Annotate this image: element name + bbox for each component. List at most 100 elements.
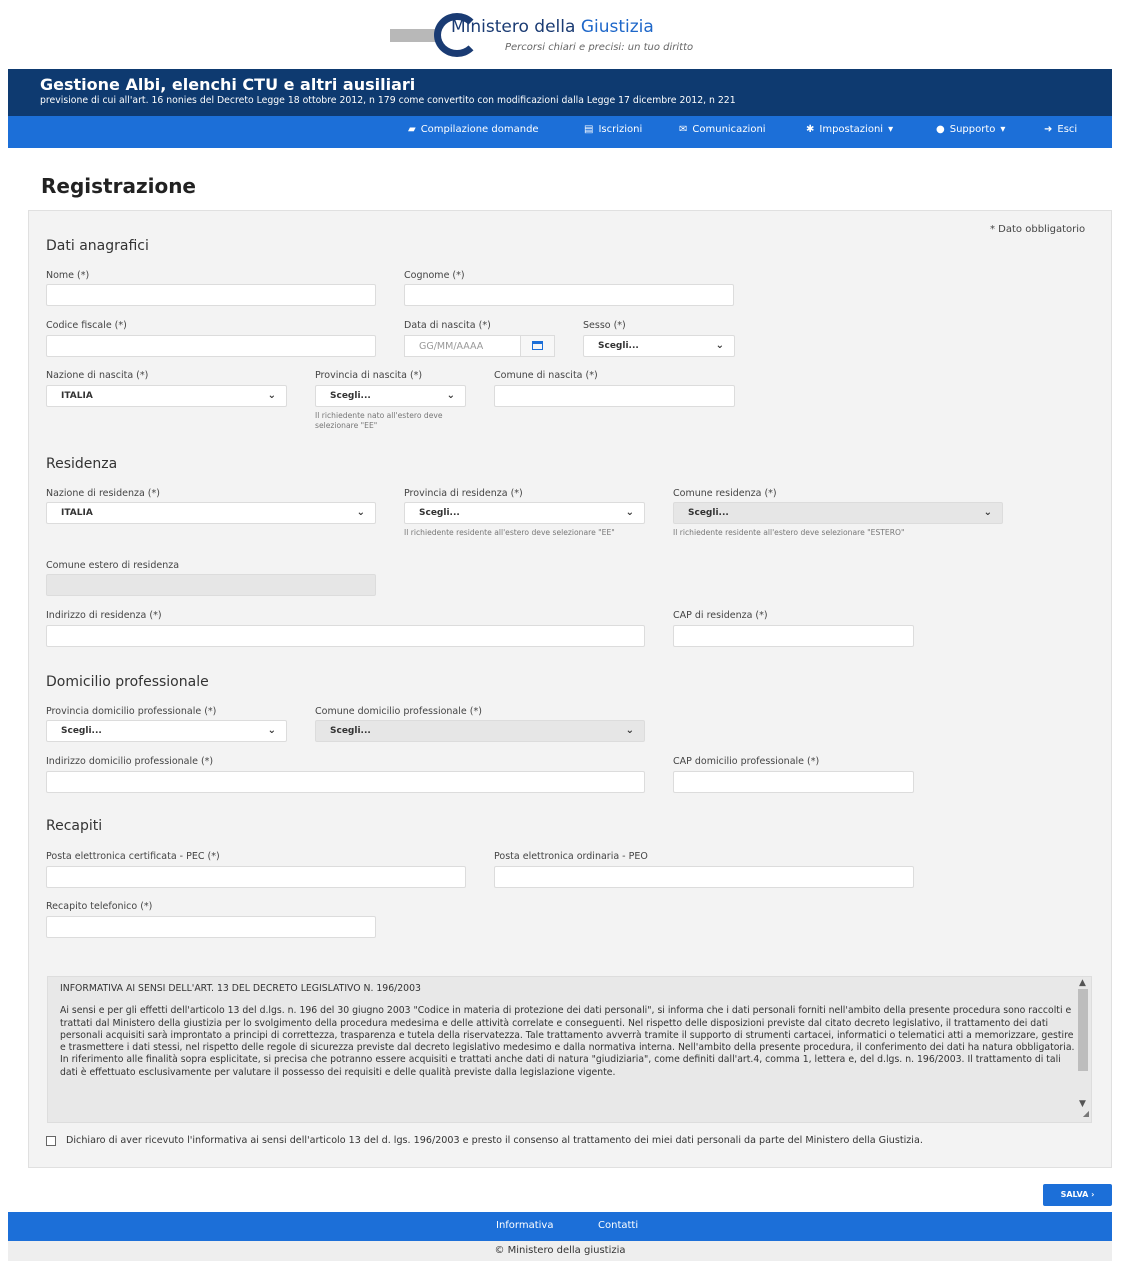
indirizzo-residenza-label: Indirizzo di residenza (*)	[46, 610, 162, 621]
nav-impostazioni-label: Impostazioni	[819, 124, 884, 135]
comune-estero-label: Comune estero di residenza	[46, 560, 180, 571]
provincia-residenza-value: Scegli...	[419, 508, 460, 518]
required-note: * Dato obbligatorio	[990, 224, 1086, 235]
footer-link-contatti[interactable]: Contatti	[598, 1220, 638, 1231]
main-navbar: ▰ Compilazione domande ▤ Iscrizioni ✉ Co…	[8, 116, 1112, 148]
nazione-residenza-label: Nazione di residenza (*)	[46, 488, 160, 499]
resize-grip-icon[interactable]: ◢	[1083, 1108, 1089, 1120]
informativa-scrollbar[interactable]: ▲ ▼ ◢	[1075, 977, 1091, 1122]
nav-comunicazioni-label: Comunicazioni	[692, 124, 766, 135]
comune-nascita-input[interactable]	[494, 385, 735, 407]
scroll-up-icon[interactable]: ▲	[1079, 977, 1086, 989]
chevron-down-icon: ⌄	[625, 507, 634, 518]
section-heading-domicilio: Domicilio professionale	[46, 674, 209, 690]
gear-icon: ✱	[806, 124, 815, 135]
cognome-label: Cognome (*)	[404, 270, 465, 281]
envelope-icon: ✉	[679, 124, 688, 135]
scrollbar-thumb[interactable]	[1078, 989, 1088, 1071]
consent-checkbox[interactable]	[46, 1135, 56, 1146]
section-heading-anagrafici: Dati anagrafici	[46, 238, 149, 254]
provincia-domicilio-select[interactable]: Scegli... ⌄	[46, 720, 287, 742]
consent-row: Dichiaro di aver ricevuto l'informativa …	[46, 1135, 923, 1146]
nav-iscrizioni[interactable]: ▤ Iscrizioni	[584, 124, 642, 135]
caret-down-icon: ▾	[1000, 124, 1006, 135]
app-title: Gestione Albi, elenchi CTU e altri ausil…	[40, 75, 416, 94]
data-nascita-label: Data di nascita (*)	[404, 320, 491, 331]
ministry-logo: Ministero della Giustizia Percorsi chiar…	[390, 12, 750, 60]
cap-residenza-label: CAP di residenza (*)	[673, 610, 768, 621]
informativa-textarea[interactable]: INFORMATIVA AI SENSI DELL'ART. 13 DEL DE…	[47, 976, 1092, 1123]
indirizzo-domicilio-label: Indirizzo domicilio professionale (*)	[46, 756, 214, 767]
nome-label: Nome (*)	[46, 270, 90, 281]
provincia-nascita-value: Scegli...	[330, 391, 371, 401]
provincia-nascita-help: Il richiedente nato all'estero deve sele…	[315, 411, 443, 430]
cap-domicilio-input[interactable]	[673, 771, 914, 793]
logo-name-part1: Ministero della	[451, 17, 581, 37]
nav-compilazione-label: Compilazione domande	[420, 124, 539, 135]
sesso-select[interactable]: Scegli... ⌄	[583, 335, 735, 357]
nazione-nascita-value: ITALIA	[61, 391, 93, 401]
peo-input[interactable]	[494, 866, 914, 888]
nazione-residenza-select[interactable]: ITALIA ⌄	[46, 502, 376, 524]
cap-residenza-input[interactable]	[673, 625, 914, 647]
chevron-down-icon: ⌄	[625, 725, 634, 736]
pec-label: Posta elettronica certificata - PEC (*)	[46, 851, 220, 862]
consent-label: Dichiaro di aver ricevuto l'informativa …	[66, 1135, 923, 1146]
copyright: © Ministero della giustizia	[8, 1241, 1112, 1261]
nav-compilazione-domande[interactable]: ▰ Compilazione domande	[408, 124, 539, 135]
provincia-residenza-help: Il richiedente residente all'estero deve…	[404, 528, 615, 537]
nav-esci-label: Esci	[1057, 124, 1078, 135]
nome-input[interactable]	[46, 284, 376, 306]
sign-out-icon: ➜	[1044, 124, 1053, 135]
chevron-down-icon: ⌄	[267, 390, 276, 401]
provincia-residenza-select[interactable]: Scegli... ⌄	[404, 502, 645, 524]
codice-fiscale-input[interactable]	[46, 335, 376, 357]
footer-bar: Informativa Contatti	[8, 1212, 1112, 1241]
provincia-nascita-select[interactable]: Scegli... ⌄	[315, 385, 466, 407]
provincia-nascita-label: Provincia di nascita (*)	[315, 370, 423, 381]
calendar-button[interactable]	[520, 336, 554, 356]
folder-open-icon: ▰	[408, 124, 416, 135]
section-heading-residenza: Residenza	[46, 456, 118, 472]
chevron-down-icon: ⌄	[267, 725, 276, 736]
pec-input[interactable]	[46, 866, 466, 888]
comune-nascita-label: Comune di nascita (*)	[494, 370, 598, 381]
telefono-input[interactable]	[46, 916, 376, 938]
logo-name-part2: Giustizia	[580, 17, 654, 37]
data-nascita-field[interactable]: GG/MM/AAAA	[404, 335, 555, 357]
logo-tagline: Percorsi chiari e precisi: un tuo diritt…	[505, 42, 694, 53]
nav-impostazioni[interactable]: ✱ Impostazioni ▾	[806, 124, 893, 135]
comune-domicilio-select[interactable]: Scegli... ⌄	[315, 720, 645, 742]
provincia-residenza-label: Provincia di residenza (*)	[404, 488, 523, 499]
chevron-down-icon: ⌄	[356, 507, 365, 518]
comune-domicilio-value: Scegli...	[330, 726, 371, 736]
chevron-down-icon: ⌄	[983, 507, 992, 518]
nav-esci[interactable]: ➜ Esci	[1044, 124, 1077, 135]
comune-estero-input[interactable]	[46, 574, 376, 596]
nav-comunicazioni[interactable]: ✉ Comunicazioni	[679, 124, 766, 135]
comune-residenza-help: Il richiedente residente all'estero deve…	[673, 528, 905, 537]
comune-residenza-label: Comune residenza (*)	[673, 488, 777, 499]
cognome-input[interactable]	[404, 284, 734, 306]
comune-residenza-value: Scegli...	[688, 508, 729, 518]
indirizzo-residenza-input[interactable]	[46, 625, 645, 647]
indirizzo-domicilio-input[interactable]	[46, 771, 645, 793]
sesso-select-value: Scegli...	[598, 341, 639, 351]
page-title: Registrazione	[41, 174, 196, 198]
comune-residenza-select[interactable]: Scegli... ⌄	[673, 502, 1003, 524]
informativa-body: Ai sensi e per gli effetti dell'articolo…	[60, 1005, 1075, 1078]
nav-supporto[interactable]: ● Supporto ▾	[936, 124, 1005, 135]
nazione-nascita-select[interactable]: ITALIA ⌄	[46, 385, 287, 407]
section-heading-recapiti: Recapiti	[46, 818, 103, 834]
caret-down-icon: ▾	[888, 124, 894, 135]
telefono-label: Recapito telefonico (*)	[46, 901, 153, 912]
nazione-residenza-value: ITALIA	[61, 508, 93, 518]
codice-fiscale-label: Codice fiscale (*)	[46, 320, 127, 331]
logo-name: Ministero della Giustizia	[451, 17, 654, 37]
peo-label: Posta elettronica ordinaria - PEO	[494, 851, 648, 862]
data-nascita-placeholder: GG/MM/AAAA	[419, 341, 484, 352]
footer-link-informativa[interactable]: Informativa	[496, 1220, 553, 1231]
logo-bar-shape	[390, 29, 436, 42]
comune-domicilio-label: Comune domicilio professionale (*)	[315, 706, 482, 717]
save-button[interactable]: SALVA ›	[1043, 1184, 1112, 1206]
